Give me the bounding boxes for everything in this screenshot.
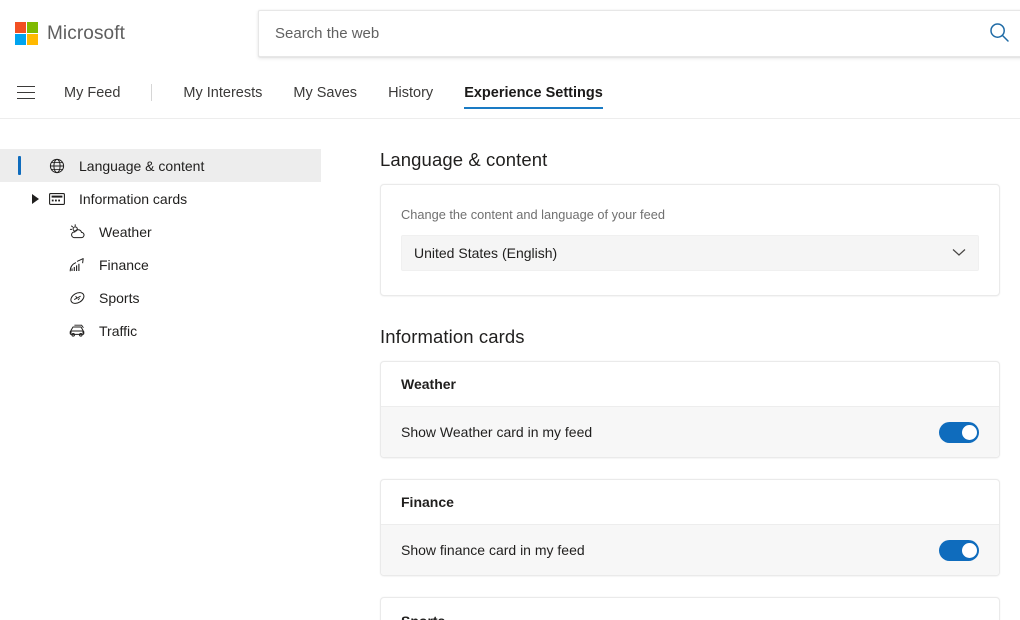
top-bar: Microsoft: [0, 0, 1020, 67]
weather-card-title: Weather: [381, 362, 999, 407]
sidebar-item-finance[interactable]: Finance: [0, 248, 321, 281]
sidebar-item-label: Sports: [99, 290, 139, 306]
language-dropdown[interactable]: United States (English): [401, 235, 979, 271]
sports-info-card: Sports: [380, 597, 1000, 620]
id-card-icon: [48, 190, 66, 208]
sidebar-item-label: Information cards: [79, 191, 187, 207]
microsoft-logo-icon: [15, 22, 38, 45]
finance-chart-icon: [68, 256, 86, 274]
page-body: Language & content Information cards: [0, 119, 1020, 620]
settings-sidebar: Language & content Information cards: [0, 119, 340, 620]
finance-card-row: Show finance card in my feed: [381, 525, 999, 575]
nav-divider: [151, 84, 152, 101]
sidebar-item-sports[interactable]: Sports: [0, 281, 321, 314]
chevron-right-icon[interactable]: [31, 193, 40, 204]
nav-item-my-saves[interactable]: My Saves: [293, 81, 357, 105]
sports-ball-icon: [68, 289, 86, 307]
hamburger-menu-icon[interactable]: [17, 86, 35, 100]
finance-toggle-label: Show finance card in my feed: [401, 542, 939, 558]
nav-item-my-interests[interactable]: My Interests: [183, 81, 262, 105]
search-icon: [988, 21, 1010, 46]
sidebar-item-label: Language & content: [79, 158, 204, 174]
finance-card-title: Finance: [381, 480, 999, 525]
finance-card-toggle[interactable]: [939, 540, 979, 561]
weather-toggle-label: Show Weather card in my feed: [401, 424, 939, 440]
search-bar[interactable]: [258, 10, 1020, 57]
weather-card-toggle[interactable]: [939, 422, 979, 443]
language-content-card: Change the content and language of your …: [380, 184, 1000, 296]
primary-nav: My Feed My Interests My Saves History Ex…: [0, 67, 1020, 119]
language-section-title: Language & content: [380, 149, 1020, 171]
settings-main-panel: Language & content Change the content an…: [340, 119, 1020, 620]
weather-info-card: Weather Show Weather card in my feed: [380, 361, 1000, 458]
chevron-down-icon: [952, 244, 966, 262]
nav-item-experience-settings[interactable]: Experience Settings: [464, 81, 603, 105]
language-dropdown-value: United States (English): [414, 245, 952, 261]
sidebar-item-weather[interactable]: Weather: [0, 215, 321, 248]
selection-indicator: [18, 156, 21, 175]
finance-info-card: Finance Show finance card in my feed: [380, 479, 1000, 576]
nav-item-history[interactable]: History: [388, 81, 433, 105]
toggle-knob: [962, 425, 977, 440]
sidebar-item-label: Traffic: [99, 323, 137, 339]
weather-card-row: Show Weather card in my feed: [381, 407, 999, 457]
nav-item-my-feed[interactable]: My Feed: [64, 81, 120, 105]
traffic-car-icon: [68, 322, 86, 340]
info-cards-section-title: Information cards: [380, 326, 1020, 348]
globe-icon: [48, 157, 66, 175]
sidebar-item-traffic[interactable]: Traffic: [0, 314, 321, 347]
sidebar-item-language-content[interactable]: Language & content: [0, 149, 321, 182]
sidebar-item-label: Weather: [99, 224, 152, 240]
sidebar-item-information-cards[interactable]: Information cards: [0, 182, 321, 215]
sports-card-title: Sports: [381, 598, 999, 620]
search-button[interactable]: [975, 11, 1020, 56]
brand-name: Microsoft: [47, 23, 125, 45]
sidebar-item-label: Finance: [99, 257, 149, 273]
language-description: Change the content and language of your …: [401, 207, 979, 222]
microsoft-brand[interactable]: Microsoft: [15, 14, 125, 54]
weather-cloud-sun-icon: [68, 223, 86, 241]
toggle-knob: [962, 543, 977, 558]
search-input[interactable]: [259, 25, 975, 42]
